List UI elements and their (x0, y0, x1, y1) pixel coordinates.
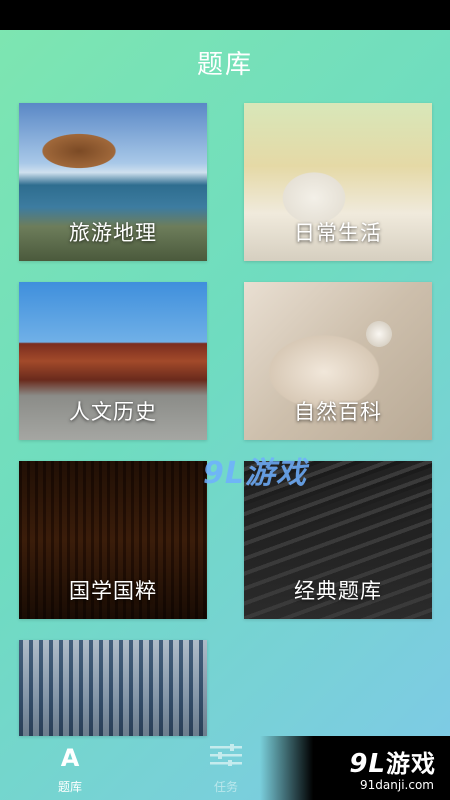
category-card-daily-life[interactable]: 日常生活 (244, 103, 432, 261)
brand-logo: 9L游戏 (349, 744, 436, 779)
letter-a-icon: A (60, 744, 80, 772)
brand-overlay: 9L游戏 91danji.com (260, 736, 450, 800)
category-label: 人文历史 (69, 400, 157, 424)
category-card-nature-encyclopedia[interactable]: 自然百科 (244, 282, 432, 440)
category-label: 经典题库 (294, 579, 382, 603)
tab-label: 题库 (57, 780, 82, 794)
category-card-humanities-history[interactable]: 人文历史 (19, 282, 207, 440)
brand-name: 游戏 (386, 750, 436, 778)
bottom-tab-bar: A 题库 任务 9L游戏 91danji.com (0, 736, 450, 800)
category-label: 日常生活 (294, 221, 382, 245)
category-label: 自然百科 (294, 400, 382, 424)
category-card-library[interactable] (19, 640, 207, 736)
brand-url: 91danji.com (360, 778, 434, 792)
tab-question-bank[interactable]: A 题库 (10, 736, 130, 800)
brand-number: 9L (349, 749, 386, 779)
status-bar (0, 0, 450, 30)
category-label: 国学国粹 (69, 579, 157, 603)
category-card-chinese-classics[interactable]: 国学国粹 (19, 461, 207, 619)
category-card-travel-geography[interactable]: 旅游地理 (19, 103, 207, 261)
watermark-logo: 9L游戏 (203, 456, 307, 491)
page-title: 题库 (196, 50, 253, 80)
category-label: 旅游地理 (69, 221, 157, 245)
